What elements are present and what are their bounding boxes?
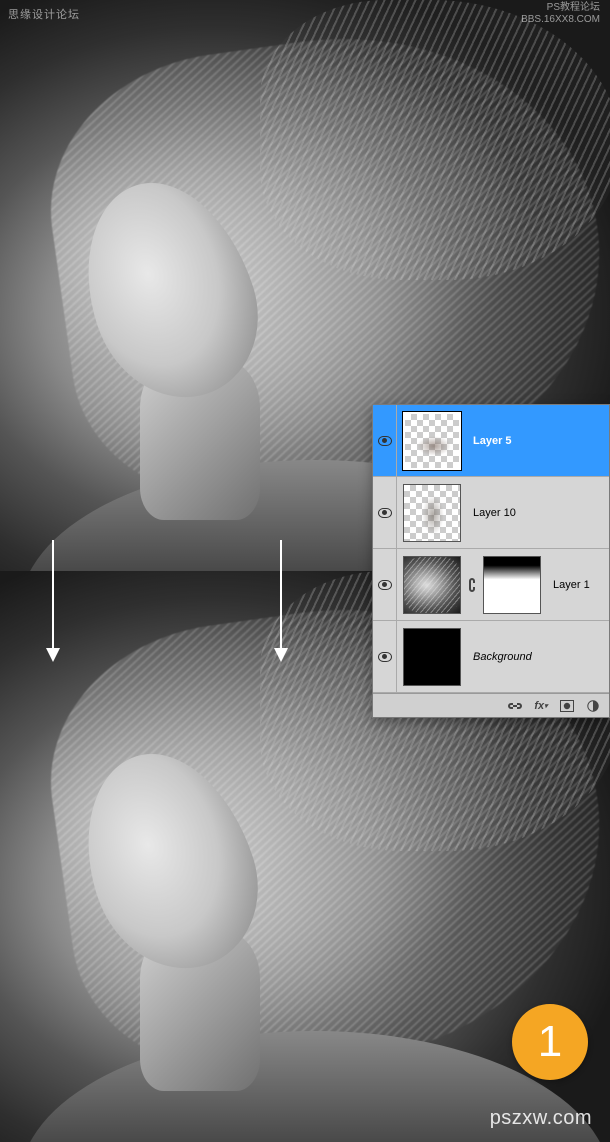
arrow-down-icon [52,540,54,660]
eye-icon [378,508,392,518]
layer-name[interactable]: Layer 1 [553,579,590,591]
layer-name[interactable]: Layer 5 [473,435,512,447]
layer-thumbnail[interactable] [403,412,461,470]
arrow-down-icon [280,540,282,660]
layer-row[interactable]: Layer 10 [373,477,609,549]
visibility-toggle[interactable] [373,549,397,620]
visibility-toggle[interactable] [373,621,397,692]
watermark-bottom: pszxw.com [490,1107,592,1130]
eye-icon [378,436,392,446]
layer-row[interactable]: Layer 5 [373,405,609,477]
link-layers-icon[interactable] [507,698,523,714]
layer-mask-thumbnail[interactable] [483,556,541,614]
watermark-tr-line1: PS教程论坛 [521,2,600,14]
fx-icon[interactable]: fx▾ [533,698,549,714]
mask-icon[interactable] [559,698,575,714]
watermark-tr-line2: BBS.16XX8.COM [521,14,600,26]
adjustment-icon[interactable] [585,698,601,714]
layer-row[interactable]: Layer 1 [373,549,609,621]
link-icon [467,556,477,614]
layer-thumbnail[interactable] [403,556,461,614]
layer-row[interactable]: Background [373,621,609,693]
layer-thumbnail[interactable] [403,484,461,542]
layers-panel: Layer 5 Layer 10 Layer 1 Background fx▾ [372,404,610,718]
eye-icon [378,652,392,662]
layer-name[interactable]: Layer 10 [473,507,516,519]
layers-panel-footer: fx▾ [373,693,609,717]
layer-name[interactable]: Background [473,651,532,663]
watermark-top-right: PS教程论坛 BBS.16XX8.COM [521,2,600,26]
visibility-toggle[interactable] [373,405,397,476]
watermark-top-left: 思缘设计论坛 [8,6,80,22]
layer-thumbnail[interactable] [403,628,461,686]
step-number-badge: 1 [512,1004,588,1080]
eye-icon [378,580,392,590]
visibility-toggle[interactable] [373,477,397,548]
